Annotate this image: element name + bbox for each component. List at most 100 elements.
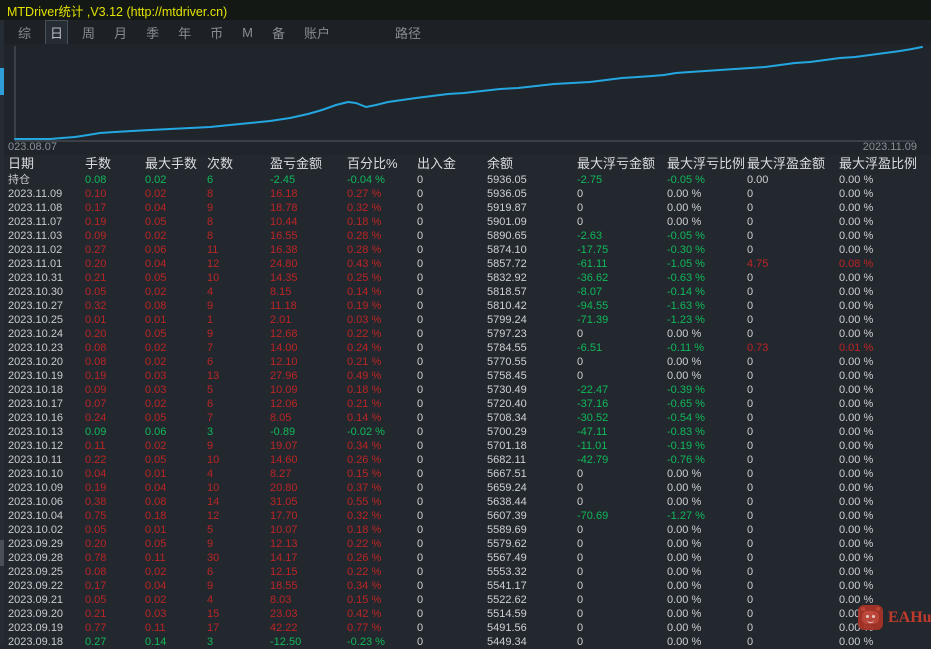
table-row[interactable]: 2023.09.250.080.02612.150.22 %05553.3200… [4,565,931,579]
value-cell: -36.62 [577,271,667,285]
value-cell: 0 [417,593,487,607]
value-cell: 0.00 % [667,551,747,565]
value-cell: 0.00 % [839,579,931,593]
table-row[interactable]: 2023.09.190.770.111742.220.77 %05491.560… [4,621,931,635]
value-cell: 0 [747,509,839,523]
value-cell: 0 [577,565,667,579]
left-scrollbar-thumb[interactable] [0,68,4,95]
value-cell: 5799.24 [487,313,577,327]
table-row[interactable]: 2023.10.170.070.02612.060.21 %05720.40-3… [4,397,931,411]
date-cell: 2023.10.23 [4,341,85,355]
table-row[interactable]: 2023.10.130.090.063-0.89-0.02 %05700.29-… [4,425,931,439]
value-cell: 0 [417,523,487,537]
value-cell: 0.02 [145,397,207,411]
date-cell: 2023.11.03 [4,229,85,243]
value-cell: 0.08 [85,173,145,187]
table-row[interactable]: 2023.10.040.750.181217.700.32 %05607.39-… [4,509,931,523]
value-cell: 0.38 [85,495,145,509]
table-row[interactable]: 2023.09.280.780.113014.170.26 %05567.490… [4,551,931,565]
value-cell: 0.00 % [839,467,931,481]
value-cell: 0.22 % [347,565,417,579]
value-cell: 0.21 % [347,355,417,369]
table-row[interactable]: 2023.09.290.200.05912.130.22 %05579.6200… [4,537,931,551]
menu-item-zhou[interactable]: 周 [77,20,100,45]
menu-bar: 综日周月季年币M备账户 路径 [0,20,931,44]
value-cell: 8 [207,229,270,243]
date-cell: 2023.11.07 [4,215,85,229]
value-cell: 10 [207,271,270,285]
table-row[interactable]: 2023.10.240.200.05912.680.22 %05797.2300… [4,327,931,341]
date-cell: 2023.09.19 [4,621,85,635]
value-cell: 0.15 % [347,593,417,607]
value-cell: -11.01 [577,439,667,453]
value-cell: 5758.45 [487,369,577,383]
table-row[interactable]: 2023.09.180.270.143-12.50-0.23 %05449.34… [4,635,931,649]
table-row[interactable]: 2023.11.070.190.05810.440.18 %05901.0900… [4,215,931,229]
menu-item-ri[interactable]: 日 [45,20,68,45]
table-row[interactable]: 2023.10.020.050.01510.070.18 %05589.6900… [4,523,931,537]
menu-item-ji[interactable]: 季 [141,20,164,45]
menu-item-nian[interactable]: 年 [173,20,196,45]
table-row[interactable]: 2023.11.030.090.02816.550.28 %05890.65-2… [4,229,931,243]
table-row[interactable]: 2023.10.090.190.041020.800.37 %05659.240… [4,481,931,495]
table-row[interactable]: 2023.10.110.220.051014.600.26 %05682.11-… [4,453,931,467]
menu-item-bei[interactable]: 备 [267,20,290,45]
value-cell: 3 [207,635,270,649]
value-cell: 0.00 % [839,383,931,397]
table-row[interactable]: 2023.10.160.240.0578.050.14 %05708.34-30… [4,411,931,425]
table-row[interactable]: 2023.09.210.050.0248.030.15 %05522.6200.… [4,593,931,607]
value-cell: 0.02 [145,285,207,299]
menu-item-bi[interactable]: 币 [205,20,228,45]
value-cell: 0 [747,271,839,285]
value-cell: 0.27 % [347,187,417,201]
date-cell: 2023.10.12 [4,439,85,453]
table-row[interactable]: 2023.10.200.080.02612.100.21 %05770.5500… [4,355,931,369]
table-row[interactable]: 持仓0.080.026-2.45-0.04 %05936.05-2.75-0.0… [4,173,931,187]
menu-item-m[interactable]: M [237,22,258,43]
table-row[interactable]: 2023.10.300.050.0248.150.14 %05818.57-8.… [4,285,931,299]
value-cell: 14.35 [270,271,347,285]
table-row[interactable]: 2023.09.200.210.031523.030.42 %05514.590… [4,607,931,621]
value-cell: 0 [417,579,487,593]
table-row[interactable]: 2023.10.230.080.02714.000.24 %05784.55-6… [4,341,931,355]
menu-item-lujing[interactable]: 路径 [390,20,426,45]
value-cell: 5708.34 [487,411,577,425]
table-row[interactable]: 2023.10.120.110.02919.070.34 %05701.18-1… [4,439,931,453]
value-cell: 0.00 % [839,369,931,383]
value-cell: 12.15 [270,565,347,579]
table-row[interactable]: 2023.11.020.270.061116.380.28 %05874.10-… [4,243,931,257]
value-cell: 0.42 % [347,607,417,621]
table-row[interactable]: 2023.10.190.190.031327.960.49 %05758.450… [4,369,931,383]
value-cell: 4 [207,467,270,481]
table-row[interactable]: 2023.10.100.040.0148.270.15 %05667.5100.… [4,467,931,481]
value-cell: 0.00 % [667,579,747,593]
value-cell: 0 [747,299,839,313]
value-cell: -0.11 % [667,341,747,355]
table-row[interactable]: 2023.10.250.010.0112.010.03 %05799.24-71… [4,313,931,327]
value-cell: 5818.57 [487,285,577,299]
value-cell: 0.05 [145,327,207,341]
table-row[interactable]: 2023.10.270.320.08911.180.19 %05810.42-9… [4,299,931,313]
value-cell: -71.39 [577,313,667,327]
value-cell: 0 [417,327,487,341]
menu-item-zong[interactable]: 综 [13,20,36,45]
table-row[interactable]: 2023.11.010.200.041224.800.43 %05857.72-… [4,257,931,271]
value-cell: 12 [207,257,270,271]
equity-chart: 023.08.07 2023.11.09 [0,44,931,155]
date-cell: 2023.10.02 [4,523,85,537]
value-cell: 0 [417,495,487,509]
title-bar[interactable]: MTDriver统计 ,V3.12 (http://mtdriver.cn) [0,0,931,20]
value-cell: 0 [417,635,487,649]
value-cell: 12.68 [270,327,347,341]
value-cell: 5589.69 [487,523,577,537]
value-cell: -8.07 [577,285,667,299]
menu-item-yue[interactable]: 月 [109,20,132,45]
table-row[interactable]: 2023.10.180.090.03510.090.18 %05730.49-2… [4,383,931,397]
table-row[interactable]: 2023.10.310.210.051014.350.25 %05832.92-… [4,271,931,285]
table-row[interactable]: 2023.11.090.100.02816.180.27 %05936.0500… [4,187,931,201]
menu-item-zhanghu[interactable]: 账户 [299,20,335,45]
table-row[interactable]: 2023.09.220.170.04918.550.34 %05541.1700… [4,579,931,593]
table-row[interactable]: 2023.11.080.170.04918.780.32 %05919.8700… [4,201,931,215]
table-row[interactable]: 2023.10.060.380.081431.050.55 %05638.440… [4,495,931,509]
value-cell: 0.08 [145,495,207,509]
